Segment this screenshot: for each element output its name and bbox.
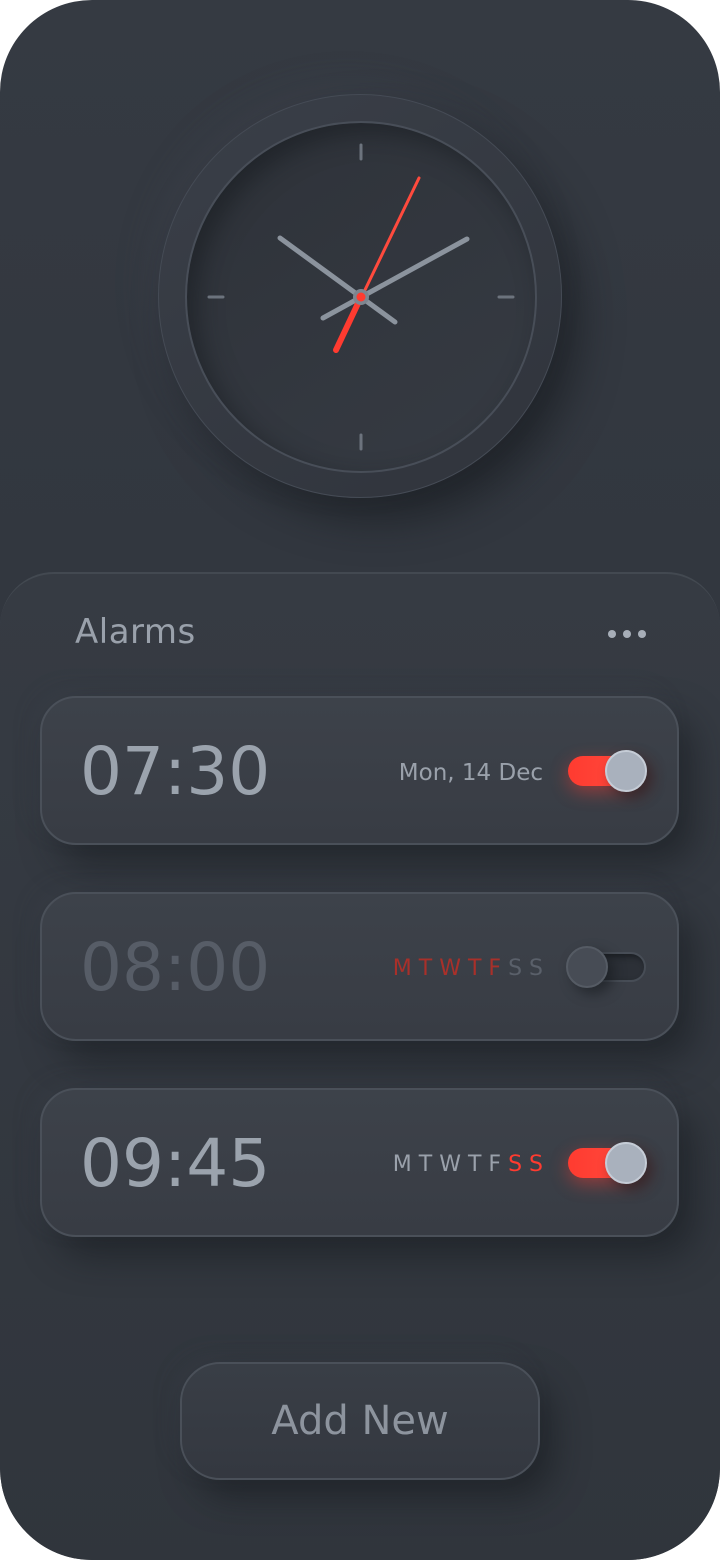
analog-clock (207, 143, 515, 451)
alarm-time: 09:45 (80, 1125, 271, 1202)
more-horizontal-icon-dot (638, 630, 646, 638)
more-horizontal-icon (608, 630, 616, 638)
day-letter: W (439, 1152, 461, 1177)
more-options-button[interactable] (600, 620, 654, 648)
day-letter: S (529, 1152, 543, 1177)
alarm-repeat-days: M T W T F S S (393, 954, 543, 984)
day-letter: T (467, 1152, 482, 1177)
day-letter: T (467, 956, 482, 981)
clock-minute-hand (320, 236, 470, 321)
alarm-time: 07:30 (80, 733, 271, 810)
day-letter: M (392, 1152, 412, 1177)
add-new-button[interactable]: Add New (180, 1362, 540, 1480)
toggle-knob (566, 946, 608, 988)
day-letter: S (508, 956, 523, 981)
day-letter: T (418, 1152, 433, 1177)
alarm-card[interactable]: 07:30 Mon, 14 Dec (40, 696, 679, 845)
alarm-toggle[interactable] (568, 750, 647, 792)
day-letter: F (488, 1152, 502, 1177)
alarm-card[interactable]: 08:00 M T W T F S S (40, 892, 679, 1041)
alarm-date: Mon, 14 Dec (398, 760, 543, 786)
alarm-toggle[interactable] (566, 946, 646, 988)
day-letter: M (392, 956, 412, 981)
more-horizontal-icon-dot (623, 630, 631, 638)
alarm-time: 08:00 (80, 929, 271, 1006)
day-letter: S (529, 956, 543, 981)
day-letter: S (508, 1152, 523, 1177)
alarm-card[interactable]: 09:45 M T W T F S S (40, 1088, 679, 1237)
alarm-repeat-days: M T W T F S S (393, 1150, 543, 1180)
toggle-knob (605, 1142, 647, 1184)
toggle-knob (605, 750, 647, 792)
app-screen: Alarms 07:30 Mon, 14 Dec 08:00 M T W T F… (0, 0, 720, 1560)
day-letter: W (439, 956, 461, 981)
day-letter: T (418, 956, 433, 981)
alarms-title: Alarms (75, 612, 196, 652)
day-letter: F (488, 956, 502, 981)
clock-center-dot (356, 292, 366, 302)
alarm-toggle[interactable] (568, 1142, 647, 1184)
